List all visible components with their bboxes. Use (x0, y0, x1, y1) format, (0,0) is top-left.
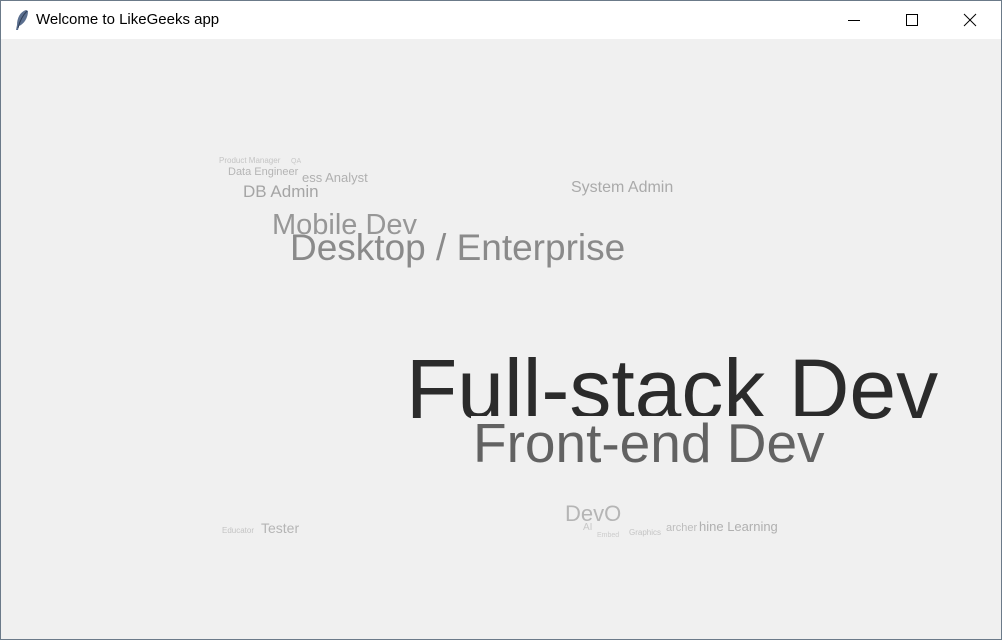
word-mobile: Mobile Dev (272, 209, 418, 241)
word-system-admin: System Admin (571, 179, 674, 196)
word-ai: AI (583, 522, 593, 533)
word-qa: QA (291, 158, 302, 165)
word-machine-learning: hine Learning (699, 519, 778, 534)
word-researcher: archer (666, 522, 698, 534)
word-embedded: Embed (597, 532, 620, 539)
maximize-icon (906, 14, 918, 26)
app-window: Welcome to LikeGeeks app Product Manager… (0, 0, 1002, 640)
word-data-engineer: Data Engineer (228, 166, 299, 178)
minimize-button[interactable] (825, 1, 883, 39)
close-button[interactable] (941, 1, 999, 39)
word-tester: Tester (261, 520, 300, 536)
word-db-admin: DB Admin (243, 182, 319, 201)
word-devops: DevO (565, 501, 622, 526)
maximize-button[interactable] (883, 1, 941, 39)
word-front-end: Front-end Dev (471, 416, 829, 475)
word-educator: Educator (222, 526, 255, 535)
word-cloud-canvas: Product Manager QA ess Analyst Data Engi… (1, 39, 1001, 639)
word-product-manager: Product Manager (219, 156, 281, 165)
title-bar[interactable]: Welcome to LikeGeeks app (1, 1, 1001, 39)
close-icon (963, 13, 977, 27)
word-graphics: Graphics (629, 528, 662, 537)
feather-icon (16, 10, 28, 30)
window-title: Welcome to LikeGeeks app (36, 11, 220, 28)
minimize-icon (848, 20, 860, 21)
